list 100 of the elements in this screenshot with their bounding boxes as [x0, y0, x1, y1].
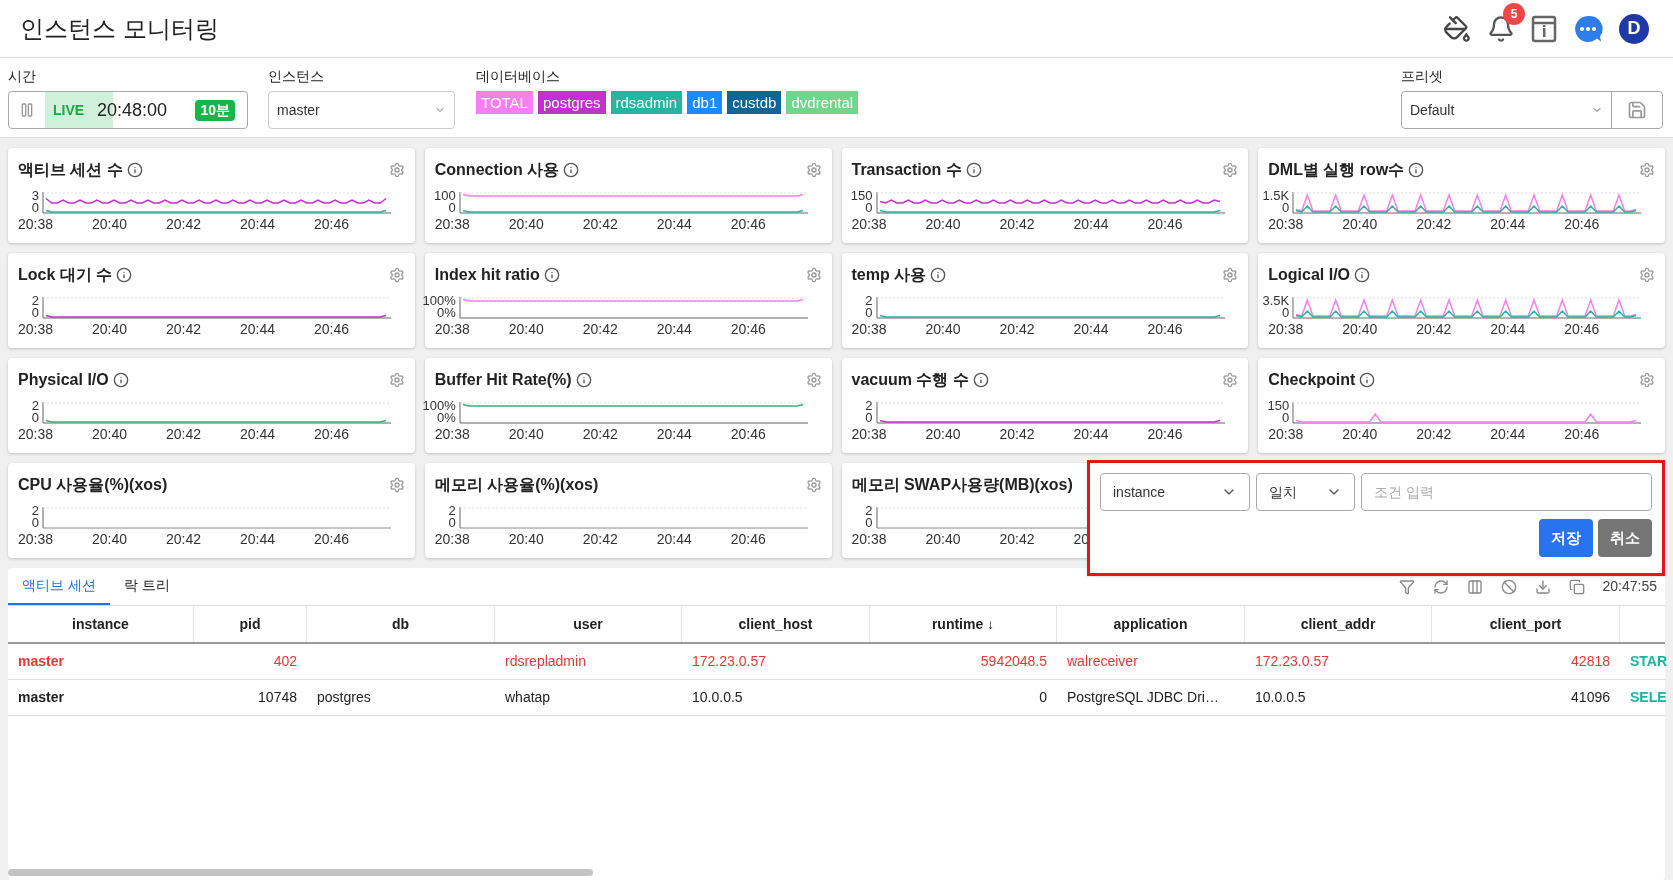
table-cell-text: 172.23.0.57	[691, 652, 767, 671]
axis-label: 20:40	[925, 531, 962, 547]
chart-title: CPU 사용율(%)(xos)	[18, 475, 168, 495]
download-icon[interactable]	[1534, 578, 1551, 595]
axis-label: 20:42	[166, 321, 203, 337]
info-icon[interactable]	[543, 267, 560, 283]
column-header[interactable]: client_port	[1432, 606, 1620, 642]
settings-icon[interactable]	[388, 162, 405, 178]
database-tag[interactable]: postgres	[537, 91, 606, 114]
info-icon[interactable]	[575, 372, 592, 388]
info-icon[interactable]	[116, 267, 133, 283]
info-icon[interactable]	[1408, 162, 1425, 178]
info-icon[interactable]	[112, 372, 129, 388]
info-icon[interactable]	[563, 162, 580, 178]
settings-icon[interactable]	[1222, 162, 1239, 178]
column-header[interactable]: application	[1057, 606, 1245, 642]
save-button[interactable]: 저장	[1539, 519, 1593, 557]
axis-label: 0%	[436, 412, 456, 424]
user-avatar[interactable]: D	[1619, 13, 1649, 44]
time-control[interactable]: LIVE 20:48:00 10분	[8, 91, 248, 129]
table-cell-text: SELE	[1629, 688, 1668, 707]
axis-label: 20:46	[1147, 216, 1184, 232]
table-cell-text: rdsrepladmin	[504, 652, 587, 671]
pause-icon[interactable]	[19, 102, 35, 118]
operator-select[interactable]: 일치	[1256, 473, 1355, 511]
axis-label: 20:40	[508, 426, 545, 442]
axis-label: 20:42	[582, 216, 619, 232]
table-cell-text: postgres	[316, 688, 372, 707]
column-header[interactable]: runtime ↓	[870, 606, 1057, 642]
field-select[interactable]: instance	[1100, 473, 1250, 511]
settings-icon[interactable]	[388, 477, 405, 493]
axis-label: 20:38	[851, 531, 888, 547]
info-book-icon[interactable]	[1531, 14, 1557, 43]
info-icon[interactable]	[126, 162, 143, 178]
table-row[interactable]: master 402 rdsrepladmin 172.23.0.57 5942048.5 walreceiver 172.23.0.57 42818 STAR	[8, 644, 1665, 680]
axis-label: 20:46	[1147, 426, 1184, 442]
column-header[interactable]: user	[495, 606, 682, 642]
axis-label: 20:46	[1564, 321, 1601, 337]
axis-label: 3	[31, 190, 39, 202]
server-select[interactable]: master	[268, 91, 455, 129]
table-cell-text: 41096	[1570, 688, 1611, 707]
axis-label: 20:46	[314, 531, 351, 547]
axis-label: 20:42	[999, 321, 1036, 337]
panel-tab[interactable]: 락 트리	[109, 568, 184, 605]
column-header[interactable]: client_addr	[1245, 606, 1432, 642]
chart-title: Logical I/O	[1268, 265, 1351, 285]
settings-icon[interactable]	[805, 372, 822, 388]
cancel-button[interactable]: 취소	[1598, 519, 1652, 557]
paint-bucket-icon[interactable]	[1443, 14, 1471, 43]
axis-label: 20:38	[434, 216, 471, 232]
settings-icon[interactable]	[1639, 267, 1655, 283]
axis-label: 20:38	[434, 321, 471, 337]
axis-label: 20:40	[508, 216, 545, 232]
columns-icon[interactable]	[1466, 578, 1483, 595]
axis-label: 20:42	[1416, 321, 1453, 337]
column-header[interactable]: instance	[8, 606, 194, 642]
table-row[interactable]: master 10748 postgres whatap 10.0.0.5 0 PostgreSQL JDBC Dri… 10.0.0.5 41096 SELE	[8, 680, 1665, 716]
axis-label: 20:44	[240, 531, 277, 547]
info-icon[interactable]	[1354, 267, 1371, 283]
axis-label: 0	[865, 307, 873, 319]
axis-label: 20:42	[1416, 216, 1453, 232]
panel-tab[interactable]: 액티브 세션	[8, 568, 110, 605]
chart-title: temp 사용	[851, 265, 927, 285]
column-header[interactable]: client_host	[682, 606, 870, 642]
refresh-icon[interactable]	[1432, 578, 1449, 595]
settings-icon[interactable]	[805, 162, 822, 178]
column-header[interactable]: db	[307, 606, 495, 642]
axis-label: 20:42	[166, 216, 203, 232]
settings-icon[interactable]	[1222, 267, 1239, 283]
axis-label: 20:42	[999, 216, 1036, 232]
settings-icon[interactable]	[805, 267, 822, 283]
axis-label: 20:44	[240, 426, 277, 442]
copy-icon[interactable]	[1568, 578, 1585, 595]
scrollbar[interactable]	[8, 869, 593, 876]
clock-text: 20:48:00	[97, 98, 168, 122]
axis-label: 20:42	[582, 426, 619, 442]
axis-label: 0	[31, 517, 39, 529]
chat-icon[interactable]	[1573, 13, 1603, 44]
table-cell-text: 10.0.0.5	[1254, 688, 1307, 707]
condition-input[interactable]: 조건 입력	[1361, 473, 1652, 511]
axis-label: 20:40	[508, 321, 545, 337]
axis-label: 20:40	[92, 321, 129, 337]
info-icon[interactable]	[972, 372, 989, 388]
settings-icon[interactable]	[805, 477, 822, 493]
axis-label: 20:40	[1342, 426, 1379, 442]
info-icon[interactable]	[930, 267, 947, 283]
settings-icon[interactable]	[1639, 162, 1655, 178]
database-tag[interactable]: custdb	[727, 91, 782, 114]
axis-label: 2	[31, 295, 39, 307]
settings-icon[interactable]	[388, 267, 405, 283]
settings-icon[interactable]	[1639, 372, 1655, 388]
axis-label: 20:44	[656, 216, 693, 232]
settings-icon[interactable]	[388, 372, 405, 388]
filter-icon[interactable]	[1398, 578, 1415, 595]
column-header[interactable]: pid	[194, 606, 307, 642]
block-icon[interactable]	[1500, 578, 1517, 595]
settings-icon[interactable]	[1222, 372, 1239, 388]
axis-label: 20:46	[314, 321, 351, 337]
info-icon[interactable]	[1359, 372, 1376, 388]
info-icon[interactable]	[965, 162, 982, 178]
